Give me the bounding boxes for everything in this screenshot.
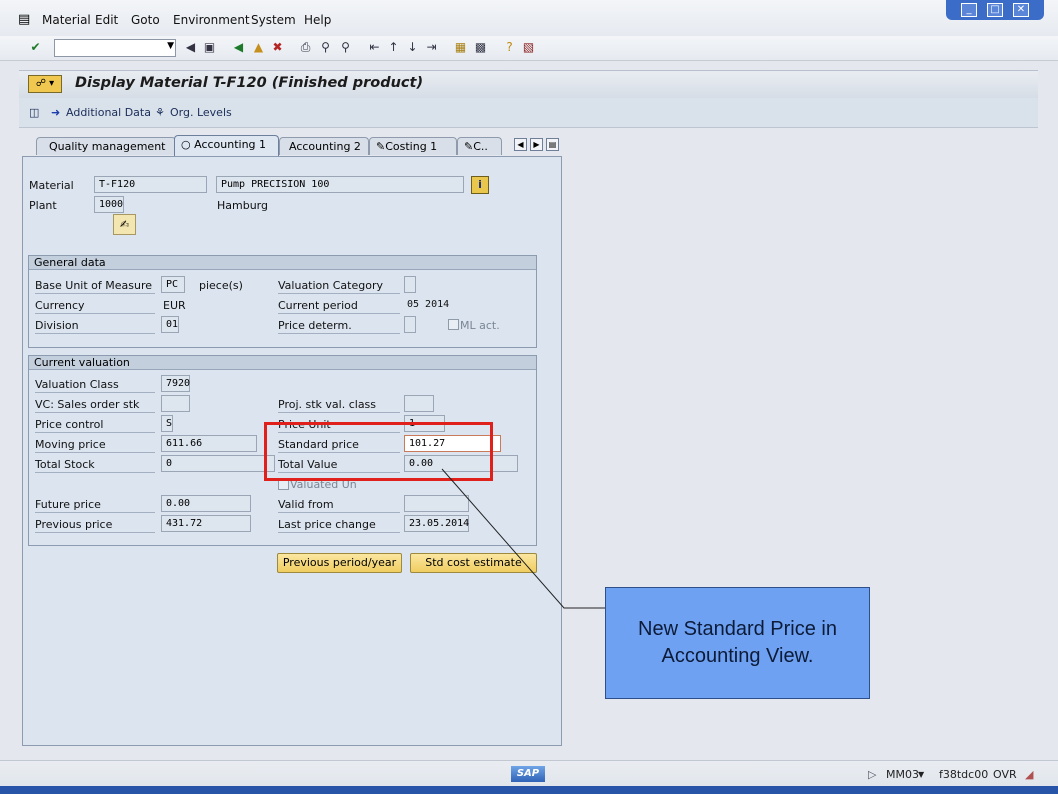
annotation-callout: New Standard Price in Accounting View. [605, 587, 870, 699]
callout-pointer [441, 468, 605, 609]
callout-line-2: Accounting View. [661, 645, 814, 667]
status-expand-icon[interactable]: ▷ [868, 768, 876, 781]
window-bottom-border [0, 786, 1058, 794]
server-name: f38tdc00 [939, 768, 989, 781]
chevron-down-icon[interactable]: ▼ [918, 770, 924, 779]
transaction-code: MM03 [886, 768, 919, 781]
sap-logo: SAP [511, 766, 545, 782]
resize-grip-icon[interactable]: ◢ [1025, 768, 1033, 781]
insert-mode: OVR [993, 768, 1017, 781]
callout-line-1: New Standard Price in [638, 618, 837, 640]
